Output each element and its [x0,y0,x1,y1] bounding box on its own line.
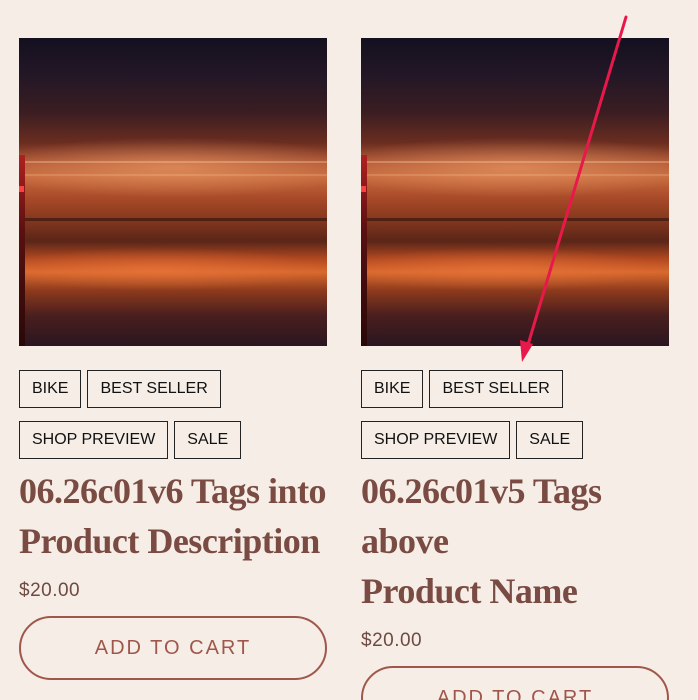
tag-shop-preview[interactable]: SHOP PREVIEW [361,421,511,459]
product-title-line-2: Product Name [361,571,578,611]
product-card-2: BIKE BEST SELLER SHOP PREVIEW SALE 06.26… [361,38,669,700]
product-title[interactable]: 06.26c01v5 Tags above Product Name [361,466,669,616]
tag-sale[interactable]: SALE [516,421,584,459]
product-title-line-1: 06.26c01v6 Tags into [19,471,327,511]
tag-bike[interactable]: BIKE [19,370,82,408]
tag-list: BIKE BEST SELLER SHOP PREVIEW SALE [19,370,327,472]
product-title-line-2: Product Description [19,521,320,561]
product-image[interactable] [361,38,669,346]
add-to-cart-button[interactable]: ADD TO CART [361,666,669,700]
tag-best-seller[interactable]: BEST SELLER [429,370,563,408]
product-image[interactable] [19,38,327,346]
product-title[interactable]: 06.26c01v6 Tags into Product Description [19,466,327,566]
product-card-1: BIKE BEST SELLER SHOP PREVIEW SALE 06.26… [19,38,327,680]
tag-sale[interactable]: SALE [174,421,242,459]
tag-bike[interactable]: BIKE [361,370,424,408]
tag-shop-preview[interactable]: SHOP PREVIEW [19,421,169,459]
tag-list: BIKE BEST SELLER SHOP PREVIEW SALE [361,370,669,472]
product-title-line-1: 06.26c01v5 Tags above [361,471,602,561]
add-to-cart-button[interactable]: ADD TO CART [19,616,327,680]
product-price: $20.00 [361,630,423,651]
product-price: $20.00 [19,580,81,601]
tag-best-seller[interactable]: BEST SELLER [87,370,221,408]
